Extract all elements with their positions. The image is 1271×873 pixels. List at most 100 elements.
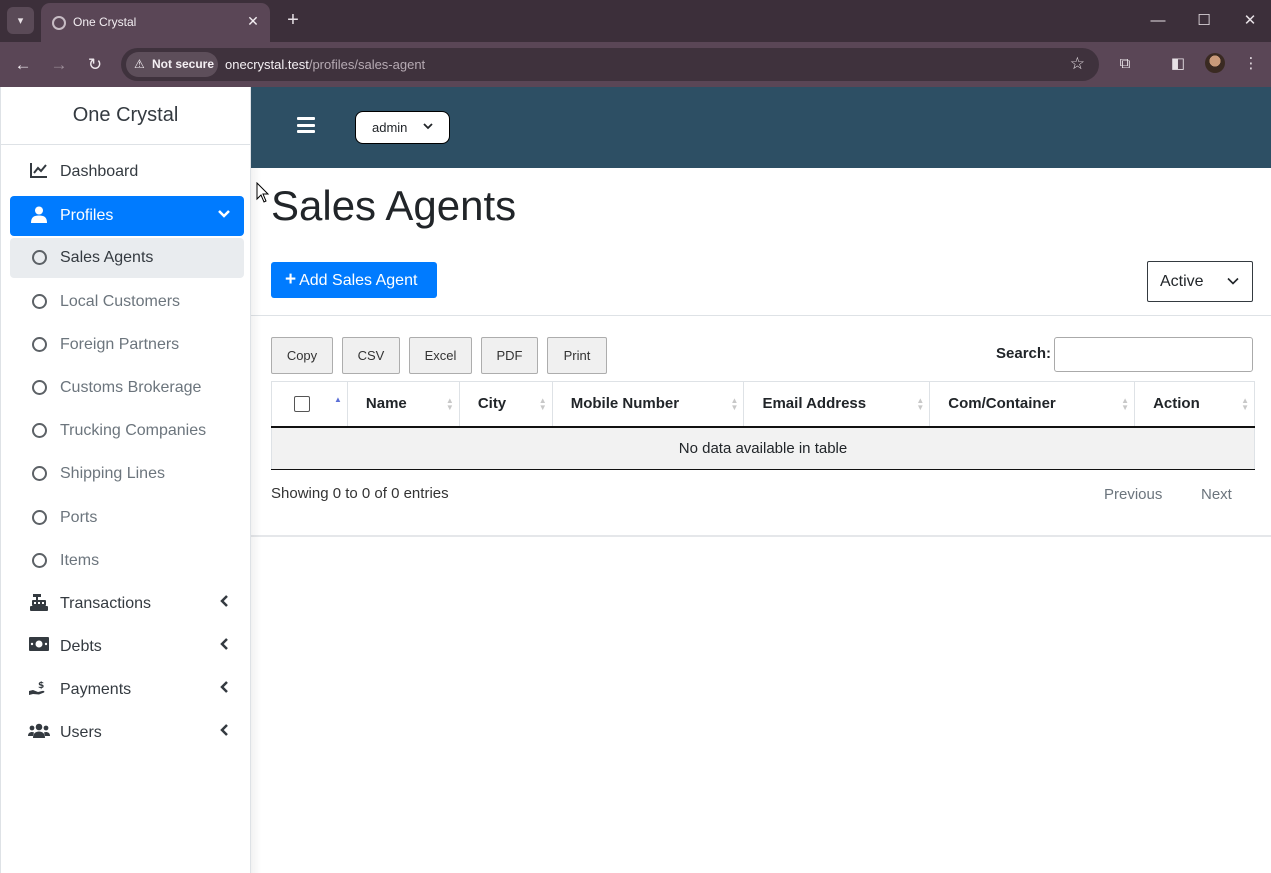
csv-button[interactable]: CSV	[342, 337, 400, 374]
browser-tab-bar: ▾ One Crystal ✕ + — ☐ ✕	[0, 0, 1271, 42]
select-all-header[interactable]: ▲	[271, 381, 348, 428]
sidebar-item-users[interactable]: Users	[10, 713, 244, 753]
sort-icon: ▲ ▼	[916, 396, 925, 412]
chevron-down-icon	[423, 112, 433, 143]
status-filter-select[interactable]: Active	[1147, 261, 1253, 302]
new-tab-button[interactable]: +	[282, 9, 304, 31]
sidebar-item-profiles[interactable]: Profiles	[10, 196, 244, 236]
url-text[interactable]: onecrystal.test/profiles/sales-agent	[225, 57, 425, 72]
print-button[interactable]: Print	[547, 337, 607, 374]
sidebar-item-foreign-partners[interactable]: Foreign Partners	[10, 325, 244, 365]
sidebar-item-label: Items	[60, 552, 100, 569]
sort-icon: ▲ ▼	[730, 396, 739, 412]
maximize-window-icon[interactable]: ☐	[1192, 10, 1216, 32]
sidebar-item-shipping-lines[interactable]: Shipping Lines	[10, 454, 244, 494]
search-input[interactable]	[1054, 337, 1253, 372]
sidebar-item-items[interactable]: Items	[10, 541, 244, 581]
select-all-checkbox[interactable]	[294, 395, 310, 412]
security-label: Not secure	[152, 57, 215, 71]
back-arrow-icon[interactable]: ←	[10, 52, 36, 78]
column-header-city[interactable]: City ▲ ▼	[459, 381, 553, 428]
side-panel-icon[interactable]: ◧	[1167, 53, 1189, 75]
sidebar-item-label: Debts	[60, 638, 102, 655]
user-icon	[28, 206, 50, 226]
card-bottom-border	[251, 535, 1271, 537]
globe-icon	[52, 16, 66, 30]
sidebar-item-dashboard[interactable]: Dashboard	[10, 152, 244, 192]
sort-icon: ▲ ▼	[1241, 396, 1249, 412]
user-menu-label: admin	[372, 120, 408, 135]
url-path: /profiles/sales-agent	[308, 57, 426, 72]
circle-icon	[28, 464, 50, 484]
security-chip[interactable]: ⚠ Not secure	[126, 52, 218, 77]
extensions-puzzle-icon[interactable]: ⧉	[1114, 53, 1136, 75]
tab-title: One Crystal	[73, 15, 137, 29]
url-host: onecrystal.test	[225, 57, 309, 72]
column-header-mobile-number[interactable]: Mobile Number ▲ ▼	[552, 381, 745, 428]
address-bar[interactable]: ⚠ Not secure onecrystal.test/profiles/sa…	[121, 48, 1099, 81]
sidebar-item-debts[interactable]: Debts	[10, 627, 244, 667]
excel-button[interactable]: Excel	[409, 337, 472, 374]
hamburger-menu-icon[interactable]	[297, 117, 315, 133]
section-divider	[251, 315, 1271, 316]
close-window-icon[interactable]: ✕	[1238, 10, 1262, 32]
add-sales-agent-button[interactable]: + Add Sales Agent	[271, 262, 437, 298]
sidebar-item-customs-brokerage[interactable]: Customs Brokerage	[10, 368, 244, 408]
brand-title[interactable]: One Crystal	[1, 87, 250, 145]
svg-text:$: $	[38, 681, 44, 691]
browser-tab[interactable]: One Crystal ✕	[41, 3, 270, 42]
sidebar-item-transactions[interactable]: Transactions	[10, 584, 244, 624]
status-filter-value: Active	[1160, 273, 1204, 290]
plus-icon: +	[285, 269, 297, 290]
sidebar-item-label: Customs Brokerage	[60, 379, 202, 396]
cash-register-icon	[28, 594, 50, 614]
money-bill-icon	[28, 637, 50, 657]
content-shadow	[251, 168, 261, 873]
circle-icon	[28, 335, 50, 355]
column-header-email-address[interactable]: Email Address ▲ ▼	[743, 381, 931, 428]
top-navbar: admin	[251, 87, 1271, 168]
sort-icon: ▲ ▼	[445, 396, 454, 412]
chart-line-icon	[28, 162, 50, 182]
table-info: Showing 0 to 0 of 0 entries	[271, 485, 449, 502]
sidebar-item-label: Foreign Partners	[60, 336, 180, 353]
circle-icon	[28, 378, 50, 398]
chevron-left-icon	[220, 638, 230, 653]
kebab-menu-icon[interactable]: ⋮	[1240, 53, 1262, 75]
tab-search-button[interactable]: ▾	[7, 7, 34, 34]
pdf-button[interactable]: PDF	[481, 337, 538, 374]
copy-button[interactable]: Copy	[271, 337, 333, 374]
sort-icon: ▲ ▼	[1121, 396, 1130, 412]
previous-page-button[interactable]: Previous	[1104, 486, 1162, 503]
sales-agents-table: ▲ Name ▲ ▼ City ▲ ▼ Mobile Number ▲ ▼ Email Ad…	[271, 381, 1255, 470]
bookmark-star-icon[interactable]: ☆	[1070, 54, 1085, 74]
table-row: No data available in table	[271, 426, 1255, 470]
reload-icon[interactable]: ↻	[82, 52, 108, 78]
sidebar-item-label: Profiles	[60, 207, 114, 224]
chevron-down-icon	[218, 207, 230, 222]
sidebar-item-label: Ports	[60, 509, 98, 526]
table-header-row: ▲ Name ▲ ▼ City ▲ ▼ Mobile Number ▲ ▼ Email Ad…	[271, 381, 1255, 428]
search-label: Search:	[996, 345, 1052, 362]
column-header-name[interactable]: Name ▲ ▼	[347, 381, 460, 428]
sidebar-item-label: Local Customers	[60, 293, 181, 310]
sidebar-item-sales-agents[interactable]: Sales Agents	[10, 238, 244, 278]
add-button-label: Add Sales Agent	[299, 272, 418, 289]
forward-arrow-icon[interactable]: →	[46, 52, 72, 78]
column-header-com-container[interactable]: Com/Container ▲ ▼	[929, 381, 1136, 428]
sidebar-item-label: Users	[60, 724, 102, 741]
sidebar-item-label: Trucking Companies	[60, 422, 207, 439]
minimize-window-icon[interactable]: —	[1146, 10, 1170, 32]
sidebar-item-payments[interactable]: $ Payments	[10, 670, 244, 710]
column-header-action[interactable]: Action ▲ ▼	[1134, 381, 1255, 428]
circle-icon	[28, 248, 50, 268]
profile-avatar[interactable]	[1205, 53, 1225, 73]
close-tab-icon[interactable]: ✕	[244, 12, 262, 30]
next-page-button[interactable]: Next	[1201, 486, 1232, 503]
sidebar-item-trucking-companies[interactable]: Trucking Companies	[10, 411, 244, 451]
sidebar-item-local-customers[interactable]: Local Customers	[10, 282, 244, 322]
user-menu-dropdown[interactable]: admin	[355, 111, 450, 144]
page-title: Sales Agents	[271, 182, 517, 229]
sidebar-item-ports[interactable]: Ports	[10, 498, 244, 538]
mouse-cursor-icon	[256, 182, 270, 203]
